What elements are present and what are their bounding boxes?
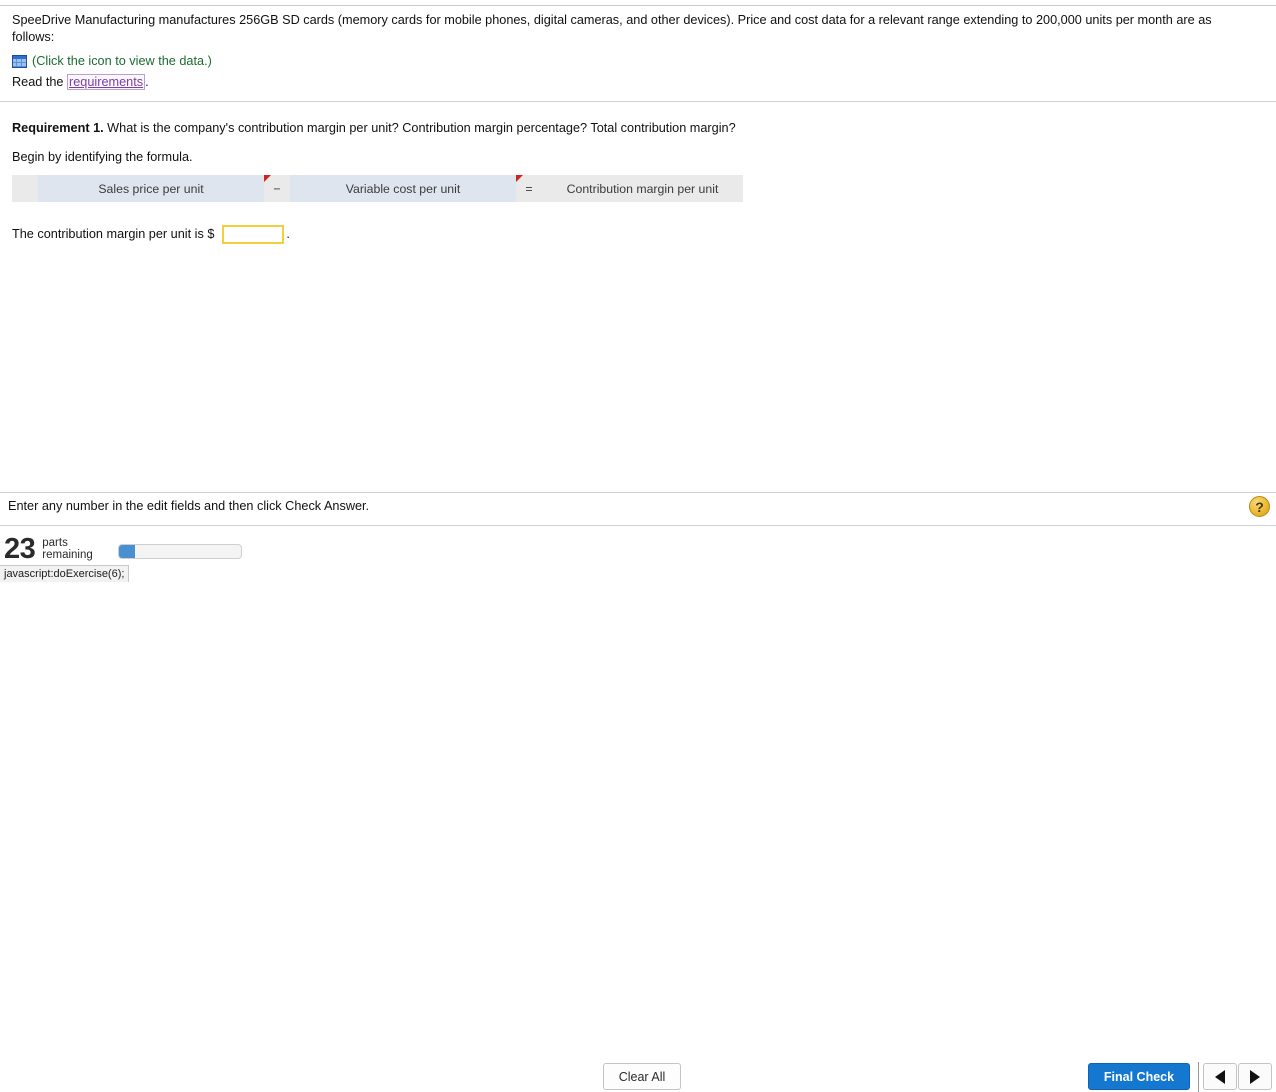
formula-term-2[interactable]: Variable cost per unit bbox=[290, 175, 516, 202]
comment-flag-icon bbox=[264, 175, 271, 182]
parts-remaining-group: 23 parts remaining bbox=[4, 534, 96, 564]
requirement-question: What is the company's contribution margi… bbox=[103, 121, 736, 135]
triangle-right-icon bbox=[1250, 1069, 1260, 1084]
problem-statement-text: SpeeDrive Manufacturing manufactures 256… bbox=[12, 13, 1212, 44]
requirement-label: Requirement 1. bbox=[12, 121, 104, 135]
formula-operator-2-label: = bbox=[525, 181, 533, 196]
formula-result: Contribution margin per unit bbox=[542, 175, 743, 202]
footer-toolbar: 23 parts remaining Clear All Final Check bbox=[0, 526, 1276, 1092]
problem-statement-area: SpeeDrive Manufacturing manufactures 256… bbox=[12, 12, 1260, 90]
progress-bar-fill bbox=[119, 545, 135, 558]
hint-divider bbox=[0, 492, 1276, 493]
formula-bar: Sales price per unit − Variable cost per… bbox=[12, 175, 743, 202]
formula-operator-2: = bbox=[516, 175, 542, 202]
formula-operator-1: − bbox=[264, 175, 290, 202]
help-question-icon[interactable]: ? bbox=[1249, 496, 1270, 517]
read-suffix-text: . bbox=[145, 75, 149, 89]
read-requirements-row: Read the requirements. bbox=[12, 74, 1260, 90]
nav-separator bbox=[1198, 1062, 1199, 1092]
contribution-margin-input[interactable] bbox=[222, 224, 285, 244]
begin-instruction: Begin by identifying the formula. bbox=[12, 150, 193, 164]
requirement-heading: Requirement 1. What is the company's con… bbox=[12, 120, 1260, 137]
triangle-left-icon bbox=[1215, 1069, 1225, 1084]
parts-remaining-label: parts remaining bbox=[42, 537, 93, 561]
top-rule bbox=[0, 5, 1276, 6]
requirement-block: Requirement 1. What is the company's con… bbox=[12, 120, 1260, 245]
read-prefix-text: Read the bbox=[12, 75, 68, 89]
progress-bar bbox=[118, 544, 242, 559]
answer-prompt-text: The contribution margin per unit is $ bbox=[12, 227, 215, 241]
browser-status-tooltip: javascript:doExercise(6); bbox=[0, 565, 130, 582]
parts-remaining-count: 23 bbox=[4, 533, 36, 565]
next-part-button[interactable] bbox=[1238, 1063, 1272, 1090]
requirements-link[interactable]: requirements bbox=[67, 74, 146, 90]
view-data-row[interactable]: (Click the icon to view the data.) bbox=[12, 52, 1260, 70]
formula-left-pad bbox=[12, 175, 38, 202]
statement-divider bbox=[0, 101, 1276, 102]
clear-all-button[interactable]: Clear All bbox=[603, 1063, 681, 1090]
answer-row: The contribution margin per unit is $ . bbox=[12, 223, 1260, 245]
comment-flag-icon bbox=[516, 175, 523, 182]
final-check-button[interactable]: Final Check bbox=[1088, 1063, 1190, 1090]
formula-term-1[interactable]: Sales price per unit bbox=[38, 175, 264, 202]
answer-suffix-text: . bbox=[286, 227, 290, 241]
view-data-link-text[interactable]: (Click the icon to view the data.) bbox=[32, 54, 212, 68]
table-grid-icon[interactable] bbox=[12, 54, 27, 68]
formula-operator-1-label: − bbox=[273, 181, 281, 196]
previous-part-button[interactable] bbox=[1203, 1063, 1237, 1090]
hint-text: Enter any number in the edit fields and … bbox=[8, 499, 370, 513]
